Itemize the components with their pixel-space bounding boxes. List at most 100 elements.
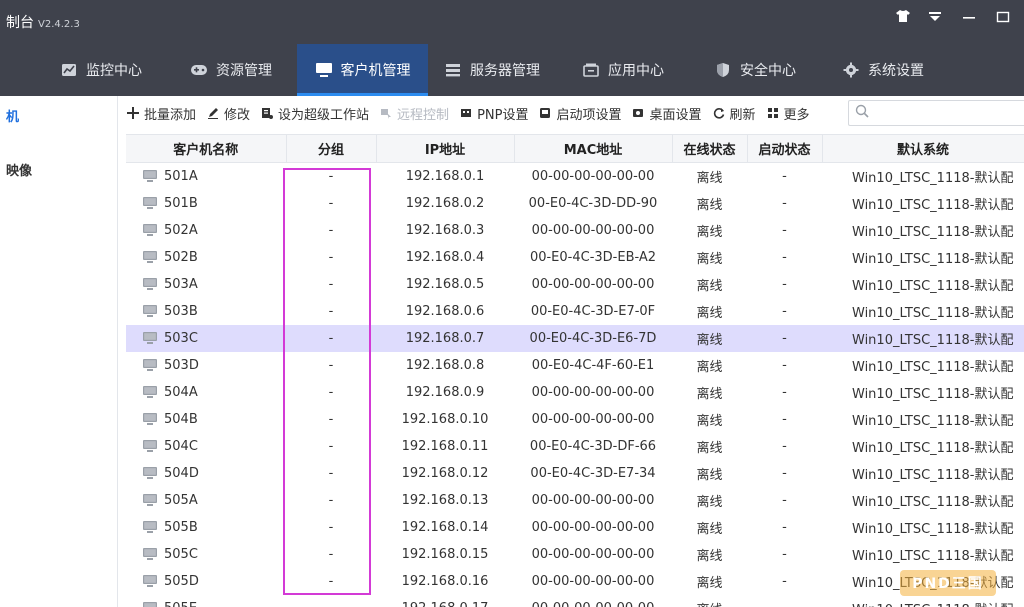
app-box-icon xyxy=(582,61,600,79)
table-row[interactable]: 505B - 192.168.0.14 00-00-00-00-00-00 离线 - Win… xyxy=(126,514,1024,541)
pnp-settings-button[interactable]: PNP设置 xyxy=(459,104,528,123)
nav-item-servers[interactable]: 服务器管理 xyxy=(444,44,554,96)
table-row[interactable]: 503A - 192.168.0.5 00-00-00-00-00-00 离线 - Win1… xyxy=(126,271,1024,298)
client-name-cell: 501A xyxy=(126,163,286,190)
computer-icon xyxy=(143,251,157,263)
online-status-cell: 离线 xyxy=(696,224,723,240)
minimize-button[interactable] xyxy=(958,8,980,30)
workstation-icon xyxy=(260,106,274,120)
online-status-cell: 离线 xyxy=(696,386,723,402)
client-name-text: 503B xyxy=(164,303,198,319)
nav-label-apps: 应用中心 xyxy=(608,63,664,79)
skin-button[interactable] xyxy=(892,8,914,30)
more-label: 更多 xyxy=(783,107,810,123)
remote-control-button[interactable]: 远程控制 xyxy=(379,104,449,123)
group-cell: - xyxy=(328,465,334,481)
online-status-cell: 离线 xyxy=(696,440,723,456)
table-row[interactable]: 501A - 192.168.0.1 00-00-00-00-00-00 离线 - Win1… xyxy=(126,163,1024,190)
client-name-cell: 504B xyxy=(126,406,286,433)
computer-icon xyxy=(143,359,157,371)
table-row[interactable]: 504A - 192.168.0.9 00-00-00-00-00-00 离线 - Win1… xyxy=(126,379,1024,406)
client-name-cell: 503C xyxy=(126,324,286,352)
online-status-cell: 离线 xyxy=(696,170,723,186)
nav-label-settings: 系统设置 xyxy=(868,63,924,79)
boot-status-cell: - xyxy=(782,195,787,211)
mac-cell: 00-00-00-00-00-00 xyxy=(514,595,672,607)
ip-cell: 192.168.0.2 xyxy=(405,195,485,211)
default-system-cell: Win10_LTSC_1118-默认配 xyxy=(852,440,1014,456)
refresh-button[interactable]: 刷新 xyxy=(712,104,756,123)
table-row[interactable]: 505E-192.168.0.1700-00-00-00-00-00离线-Win… xyxy=(126,595,1024,607)
nav-item-resources[interactable]: 资源管理 xyxy=(190,44,290,96)
table-row[interactable]: 505A - 192.168.0.13 00-00-00-00-00-00 离线 - Win… xyxy=(126,487,1024,514)
group-cell: - xyxy=(328,276,334,292)
ip-cell: 192.168.0.7 xyxy=(376,324,514,352)
computer-icon xyxy=(143,170,157,183)
minimize-icon xyxy=(963,17,975,19)
pnp-icon xyxy=(459,106,473,120)
table-row[interactable]: 503B - 192.168.0.6 00-E0-4C-3D-E7-0F 离线 - Win1… xyxy=(126,298,1024,325)
table-row[interactable]: 504C - 192.168.0.11 00-E0-4C-3D-DF-66 离线 - Win… xyxy=(126,433,1024,460)
menu-button[interactable] xyxy=(924,8,946,30)
online-status-cell: 离线 xyxy=(672,324,747,352)
desktop-settings-button[interactable]: 桌面设置 xyxy=(631,104,702,123)
table-row[interactable]: 503D - 192.168.0.8 00-E0-4C-4F-60-E1 离线 - Win1… xyxy=(126,352,1024,379)
col-header-online-status[interactable]: 在线状态 xyxy=(672,134,748,163)
boot-status-cell: - xyxy=(782,303,787,319)
monitor-chart-icon xyxy=(60,61,78,79)
table-row[interactable]: 502B - 192.168.0.4 00-E0-4C-3D-EB-A2 离线 - Win1… xyxy=(126,244,1024,271)
table-row[interactable]: 501B - 192.168.0.2 00-E0-4C-3D-DD-90 离线 - Win1… xyxy=(126,190,1024,217)
table-row[interactable]: 505D-192.168.0.1600-00-00-00-00-00离线-Win… xyxy=(126,568,1024,595)
online-status-cell: 离线 xyxy=(696,197,723,213)
default-system-cell: Win10_LTSC_1118-默认配 xyxy=(852,305,1014,321)
ip-cell: 192.168.0.10 xyxy=(401,411,489,427)
computer-icon xyxy=(143,440,157,452)
col-header-mac[interactable]: MAC地址 xyxy=(514,134,673,163)
maximize-button[interactable] xyxy=(992,8,1014,30)
table-row[interactable]: 505C - 192.168.0.15 00-00-00-00-00-00 离线 - Win… xyxy=(126,541,1024,568)
default-system-cell: Win10_LTSC_1118-默认配 xyxy=(852,224,1014,240)
ip-cell: 192.168.0.8 xyxy=(405,357,485,373)
col-header-client-name[interactable]: 客户机名称 xyxy=(126,134,287,163)
computer-icon xyxy=(143,197,157,209)
online-status-cell: 离线 xyxy=(696,359,723,375)
more-button[interactable]: 更多 xyxy=(766,104,810,123)
set-super-workstation-button[interactable]: 设为超级工作站 xyxy=(260,104,369,123)
boot-status-cell: - xyxy=(782,519,787,535)
nav-item-security[interactable]: 安全中心 xyxy=(714,44,814,96)
col-header-boot-status[interactable]: 启动状态 xyxy=(747,134,823,163)
client-name-text: 505E xyxy=(164,601,197,607)
group-cell: - xyxy=(328,303,334,319)
table-row[interactable]: 502A - 192.168.0.3 00-00-00-00-00-00 离线 - Win1… xyxy=(126,217,1024,244)
search-input[interactable] xyxy=(873,106,1013,120)
search-box[interactable] xyxy=(848,100,1024,126)
client-name-text: 505D xyxy=(164,573,199,589)
mac-cell: 00-E0-4C-3D-DF-66 xyxy=(529,438,657,454)
col-header-ip[interactable]: IP地址 xyxy=(376,134,515,163)
sidebar-item-clients[interactable]: 机 xyxy=(6,106,19,125)
client-name-text: 503C xyxy=(164,330,198,346)
table-row[interactable]: 503C -192.168.0.7 00-E0-4C-3D-E6-7D 离线 - Win1… xyxy=(126,324,1024,352)
client-name-text: 504B xyxy=(164,411,198,427)
default-system-cell: Win10_LTSC_1118-默认配 xyxy=(852,170,1014,186)
nav-item-monitor[interactable]: 监控中心 xyxy=(60,44,160,96)
boot-settings-button[interactable]: 启动项设置 xyxy=(538,104,621,123)
boot-status-cell: - xyxy=(747,324,822,352)
col-header-default-system[interactable]: 默认系统 xyxy=(822,134,1024,163)
nav-item-settings[interactable]: 系统设置 xyxy=(842,44,942,96)
edit-button[interactable]: 修改 xyxy=(206,104,250,123)
sidebar-item-images[interactable]: 映像 xyxy=(6,160,32,179)
table-row[interactable]: 504B - 192.168.0.10 00-00-00-00-00-00 离线 - Win… xyxy=(126,406,1024,433)
nav-item-clients[interactable]: 客户机管理 xyxy=(297,44,428,96)
col-header-group[interactable]: 分组 xyxy=(286,134,377,163)
table-row[interactable]: 504D - 192.168.0.12 00-E0-4C-3D-E7-34 离线 - Win… xyxy=(126,460,1024,487)
batch-add-button[interactable]: 批量添加 xyxy=(126,104,196,123)
pnp-settings-label: PNP设置 xyxy=(477,107,529,123)
desktop-icon xyxy=(315,61,333,79)
default-system-cell: Win10_LTSC_1118-默认配 xyxy=(852,494,1014,510)
computer-icon xyxy=(143,521,157,533)
client-name-cell: 505C xyxy=(126,541,286,568)
nav-item-apps[interactable]: 应用中心 xyxy=(582,44,682,96)
client-name-text: 502A xyxy=(164,222,198,238)
search-icon xyxy=(855,104,869,122)
